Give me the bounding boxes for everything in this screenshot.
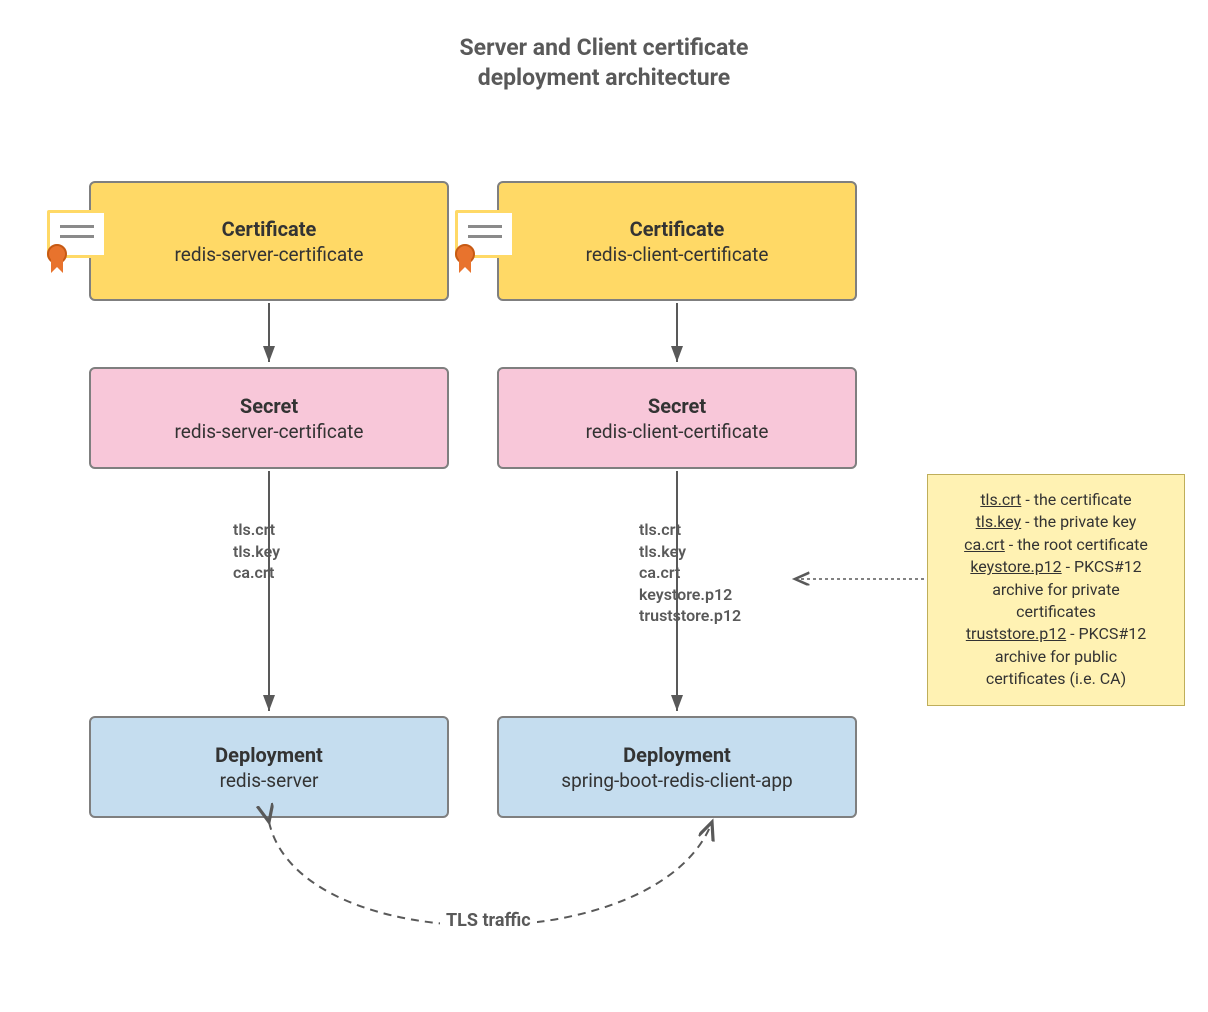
legend-note: tls.crt - the certificate tls.key - the …: [927, 474, 1185, 706]
file: tls.key: [233, 541, 280, 563]
box-name: redis-server-certificate: [175, 420, 364, 443]
note-cont: archive for public: [940, 646, 1172, 668]
server-certificate-box: Certificate redis-server-certificate: [89, 181, 449, 301]
box-type: Secret: [648, 394, 706, 418]
server-secret-box: Secret redis-server-certificate: [89, 367, 449, 469]
file: tls.crt: [233, 519, 280, 541]
note-val: - PKCS#12: [1062, 557, 1142, 576]
client-secret-box: Secret redis-client-certificate: [497, 367, 857, 469]
title-line-2: deployment architecture: [478, 64, 730, 91]
file: truststore.p12: [639, 605, 741, 627]
note-val: - the private key: [1021, 512, 1136, 531]
title-line-1: Server and Client certificate: [460, 34, 749, 61]
certificate-ribbon-icon: [43, 243, 71, 277]
box-name: redis-client-certificate: [586, 243, 769, 266]
file: ca.crt: [639, 562, 741, 584]
server-deployment-box: Deployment redis-server: [89, 716, 449, 818]
note-cont: archive for private: [940, 579, 1172, 601]
file: keystore.p12: [639, 584, 741, 606]
diagram-title: Server and Client certificate deployment…: [0, 33, 1208, 93]
note-key: truststore.p12: [966, 624, 1066, 643]
client-certificate-box: Certificate redis-client-certificate: [497, 181, 857, 301]
note-cont: certificates (i.e. CA): [940, 668, 1172, 690]
note-val: - the root certificate: [1005, 535, 1148, 554]
file: tls.key: [639, 541, 741, 563]
file: tls.crt: [639, 519, 741, 541]
server-files-label: tls.crt tls.key ca.crt: [233, 519, 280, 584]
tls-label: TLS traffic: [440, 910, 537, 931]
file: ca.crt: [233, 562, 280, 584]
note-val: - the certificate: [1021, 490, 1131, 509]
client-deployment-box: Deployment spring-boot-redis-client-app: [497, 716, 857, 818]
box-type: Secret: [240, 394, 298, 418]
box-name: redis-server: [220, 769, 319, 792]
note-key: keystore.p12: [970, 557, 1061, 576]
box-name: redis-client-certificate: [586, 420, 769, 443]
box-type: Deployment: [215, 743, 323, 767]
box-type: Certificate: [222, 217, 317, 241]
certificate-ribbon-icon: [451, 243, 479, 277]
box-name: spring-boot-redis-client-app: [561, 769, 792, 792]
client-files-label: tls.crt tls.key ca.crt keystore.p12 trus…: [639, 519, 741, 627]
note-val: - PKCS#12: [1066, 624, 1146, 643]
box-type: Deployment: [623, 743, 731, 767]
note-key: ca.crt: [964, 535, 1005, 554]
note-cont: certificates: [940, 601, 1172, 623]
note-key: tls.key: [976, 512, 1022, 531]
box-name: redis-server-certificate: [175, 243, 364, 266]
box-type: Certificate: [630, 217, 725, 241]
note-key: tls.crt: [980, 490, 1021, 509]
